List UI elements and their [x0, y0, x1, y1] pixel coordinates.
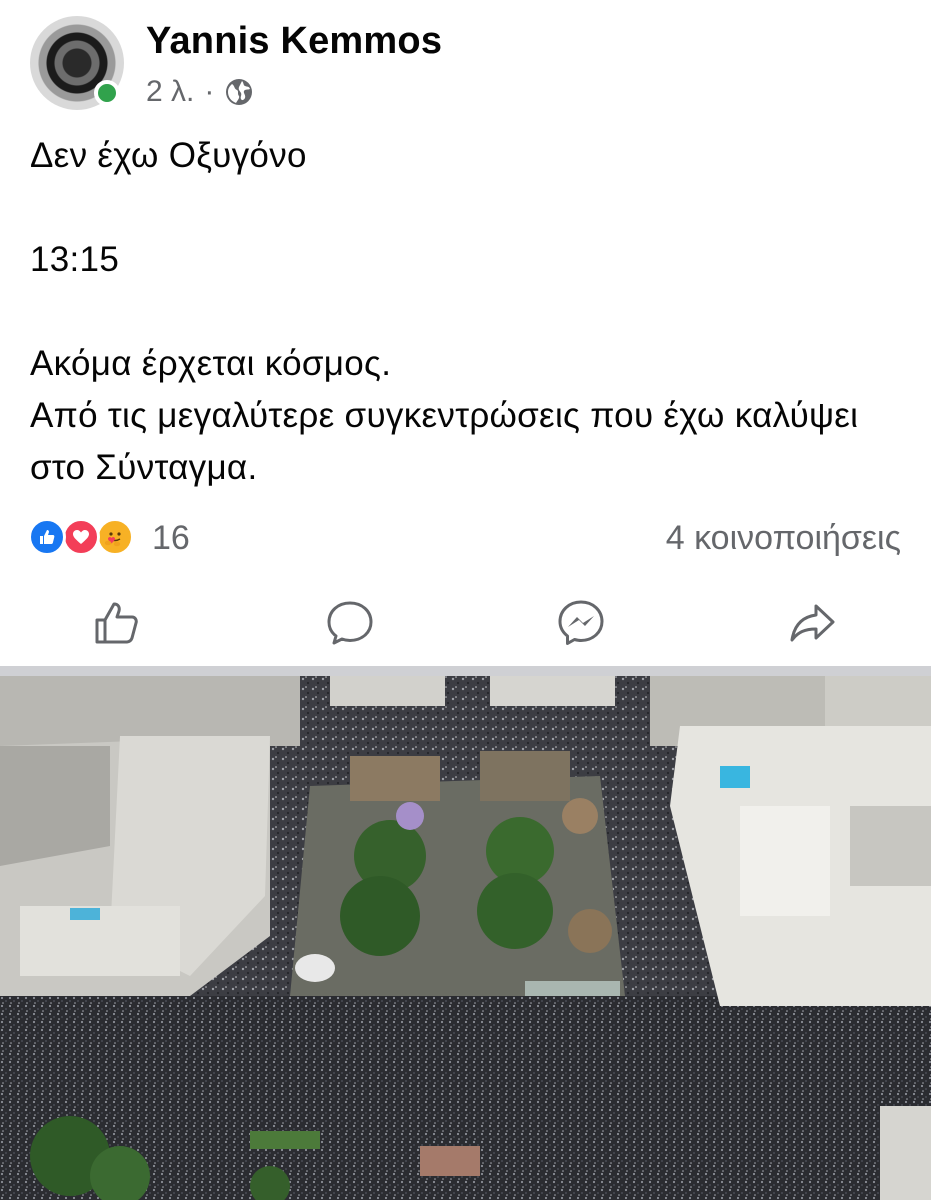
- share-icon: [790, 604, 835, 642]
- post-text: Δεν έχω Οξυγόνο 13:15 Ακόμα έρχεται κόσμ…: [30, 130, 910, 494]
- online-status-dot: [94, 80, 120, 106]
- thumbs-up-icon: [95, 602, 138, 644]
- love-icon: [62, 518, 100, 556]
- shares-count[interactable]: 4 κοινοποιήσεις: [666, 516, 901, 560]
- meta-separator: ·: [204, 75, 215, 108]
- heart-icon: [73, 530, 89, 544]
- like-icon: [28, 518, 66, 556]
- comment-button[interactable]: [325, 598, 375, 648]
- globe-icon: [226, 79, 253, 105]
- thumbs-up-icon: [40, 530, 55, 544]
- reaction-icons[interactable]: [28, 518, 148, 558]
- post-text-line: Από τις μεγαλύτερε συγκεντρώσεις που έχω…: [30, 396, 859, 487]
- action-bar: [0, 580, 931, 666]
- hug-emoji-icon: [103, 525, 127, 549]
- post-text-line: Ακόμα έρχεται κόσμος.: [30, 344, 392, 383]
- send-button[interactable]: [556, 598, 606, 648]
- messenger-icon: [558, 600, 604, 645]
- post-header: Yannis Kemmos 2 λ. ·: [0, 0, 931, 120]
- like-button[interactable]: [92, 598, 142, 648]
- aerial-crowd-photo: [0, 676, 931, 1200]
- comment-icon: [327, 601, 373, 645]
- post-photo[interactable]: [0, 676, 931, 1200]
- author-name[interactable]: Yannis Kemmos: [146, 18, 442, 64]
- share-button[interactable]: [788, 598, 838, 648]
- care-icon: [96, 518, 134, 556]
- post-text-line: 13:15: [30, 240, 120, 279]
- reactions-summary: 16 4 κοινοποιήσεις: [0, 508, 931, 564]
- post-time[interactable]: 2 λ.: [146, 75, 194, 109]
- photo-divider: [0, 666, 931, 676]
- post-text-line: Δεν έχω Οξυγόνο: [30, 136, 307, 175]
- post-meta: 2 λ. ·: [146, 72, 254, 112]
- reaction-count[interactable]: 16: [152, 516, 190, 560]
